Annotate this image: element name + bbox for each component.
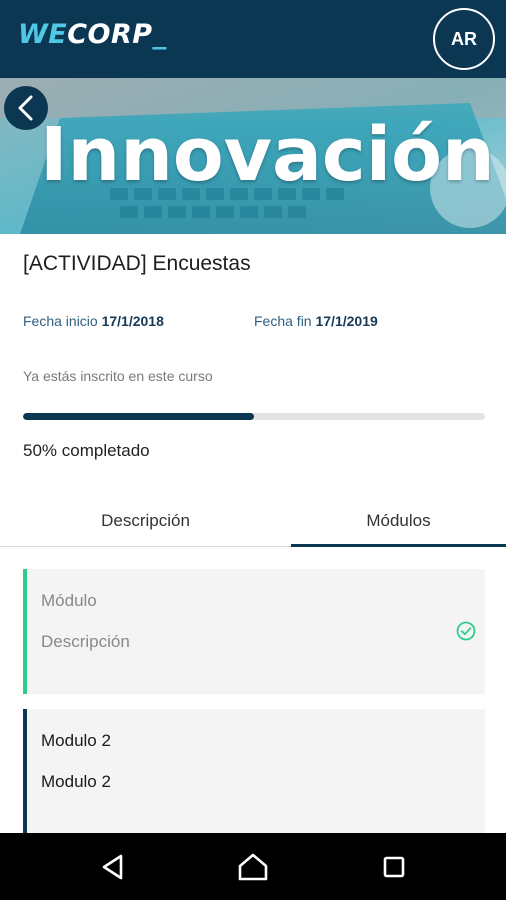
nav-back-button[interactable] <box>95 849 131 885</box>
enrollment-status: Ya estás inscrito en este curso <box>23 368 213 384</box>
wecorp-logo[interactable]: WECORP_ <box>18 20 167 50</box>
tab-bar: Descripción Módulos <box>0 496 506 547</box>
logo-we: WE <box>18 19 68 50</box>
nav-home-button[interactable] <box>235 849 271 885</box>
logo-corp: CORP <box>67 19 153 50</box>
active-tab-indicator <box>291 544 506 547</box>
tab-modules[interactable]: Módulos <box>291 496 506 546</box>
home-icon <box>238 853 268 881</box>
banner-title: Innovación <box>40 112 495 198</box>
module-name: Modulo 2 <box>41 731 111 750</box>
nav-recent-button[interactable] <box>376 849 412 885</box>
triangle-back-icon <box>102 854 123 880</box>
square-recent-icon <box>383 856 405 878</box>
module-card[interactable]: Modulo 2 Modulo 2 <box>23 709 485 849</box>
end-date-value: 17/1/2019 <box>315 313 378 329</box>
check-circle-icon <box>456 621 476 641</box>
course-banner: Innovación <box>0 78 506 234</box>
tab-description[interactable]: Descripción <box>0 496 291 546</box>
course-title: [ACTIVIDAD] Encuestas <box>23 252 251 275</box>
module-description: Descripción <box>41 632 130 651</box>
start-date-value: 17/1/2018 <box>101 313 164 329</box>
end-date-label: Fecha fin <box>254 313 312 329</box>
avatar[interactable]: AR <box>433 8 495 70</box>
module-name: Módulo <box>41 591 97 610</box>
end-date: Fecha fin 17/1/2019 <box>254 313 378 329</box>
back-button[interactable] <box>4 86 48 130</box>
app-bar: WECORP_ AR <box>0 0 506 78</box>
progress-text: 50% completado <box>23 441 150 460</box>
logo-cursor: _ <box>152 19 167 50</box>
start-date-label: Fecha inicio <box>23 313 98 329</box>
system-nav-bar <box>0 833 506 900</box>
module-description: Modulo 2 <box>41 772 111 791</box>
start-date: Fecha inicio 17/1/2018 <box>23 313 164 329</box>
chevron-left-icon <box>18 95 33 121</box>
module-card[interactable]: Módulo Descripción <box>23 569 485 694</box>
progress-bar-fill <box>23 413 254 420</box>
progress-bar <box>23 413 485 420</box>
